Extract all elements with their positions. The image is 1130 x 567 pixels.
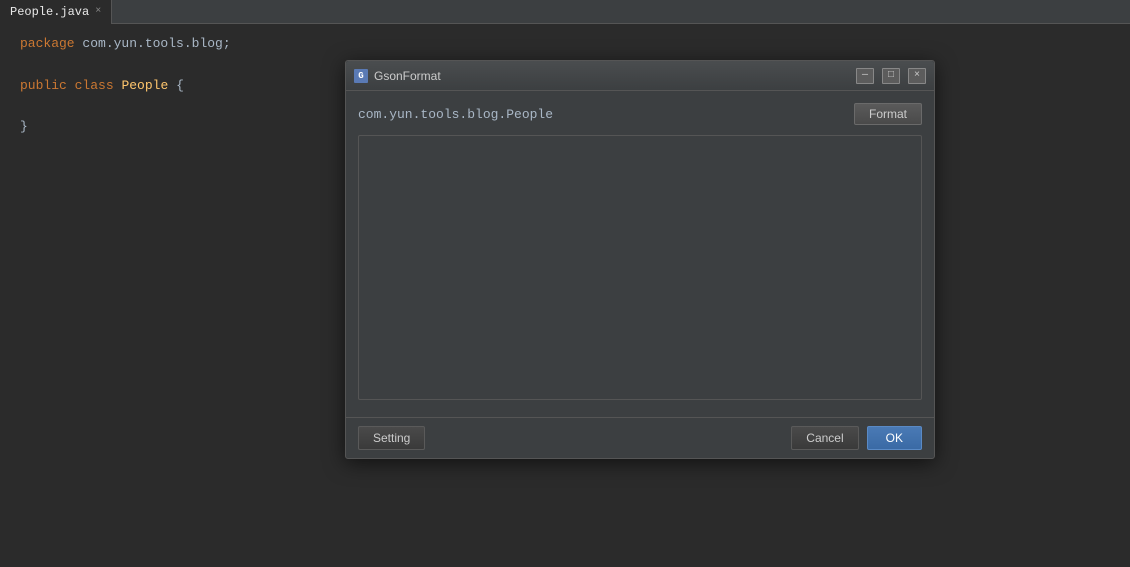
json-input[interactable]: [358, 135, 922, 400]
editor-area: People.java × package com.yun.tools.blog…: [0, 0, 1130, 567]
ok-button[interactable]: OK: [867, 426, 922, 450]
class-name-display: com.yun.tools.blog.People: [358, 107, 846, 122]
setting-button[interactable]: Setting: [358, 426, 425, 450]
tab-filename: People.java: [10, 5, 89, 19]
dialog-minimize-button[interactable]: —: [856, 68, 874, 84]
dialog-plugin-icon: G: [354, 69, 368, 83]
tab-bar: People.java ×: [0, 0, 1130, 24]
dialog-maximize-button[interactable]: □: [882, 68, 900, 84]
class-name: People: [121, 76, 168, 97]
keyword-package: package: [20, 34, 75, 55]
dialog-title: GsonFormat: [374, 69, 848, 83]
keyword-public: public: [20, 76, 67, 97]
dialog-footer: Setting Cancel OK: [346, 417, 934, 458]
cancel-button[interactable]: Cancel: [791, 426, 858, 450]
dialog-body: com.yun.tools.blog.People Format: [346, 91, 934, 417]
footer-action-buttons: Cancel OK: [791, 426, 922, 450]
keyword-class: class: [75, 76, 114, 97]
code-line-1: package com.yun.tools.blog;: [20, 34, 1110, 55]
dialog-close-button[interactable]: ×: [908, 68, 926, 84]
tab-close-icon[interactable]: ×: [95, 6, 101, 17]
format-button[interactable]: Format: [854, 103, 922, 125]
close-brace: }: [20, 117, 28, 138]
package-value: com.yun.tools.blog;: [82, 34, 230, 55]
gson-format-dialog: G GsonFormat — □ × com.yun.tools.blog.Pe…: [345, 60, 935, 459]
open-brace: {: [176, 76, 184, 97]
dialog-titlebar: G GsonFormat — □ ×: [346, 61, 934, 91]
class-name-row: com.yun.tools.blog.People Format: [358, 103, 922, 125]
tab-people-java[interactable]: People.java ×: [0, 0, 112, 24]
